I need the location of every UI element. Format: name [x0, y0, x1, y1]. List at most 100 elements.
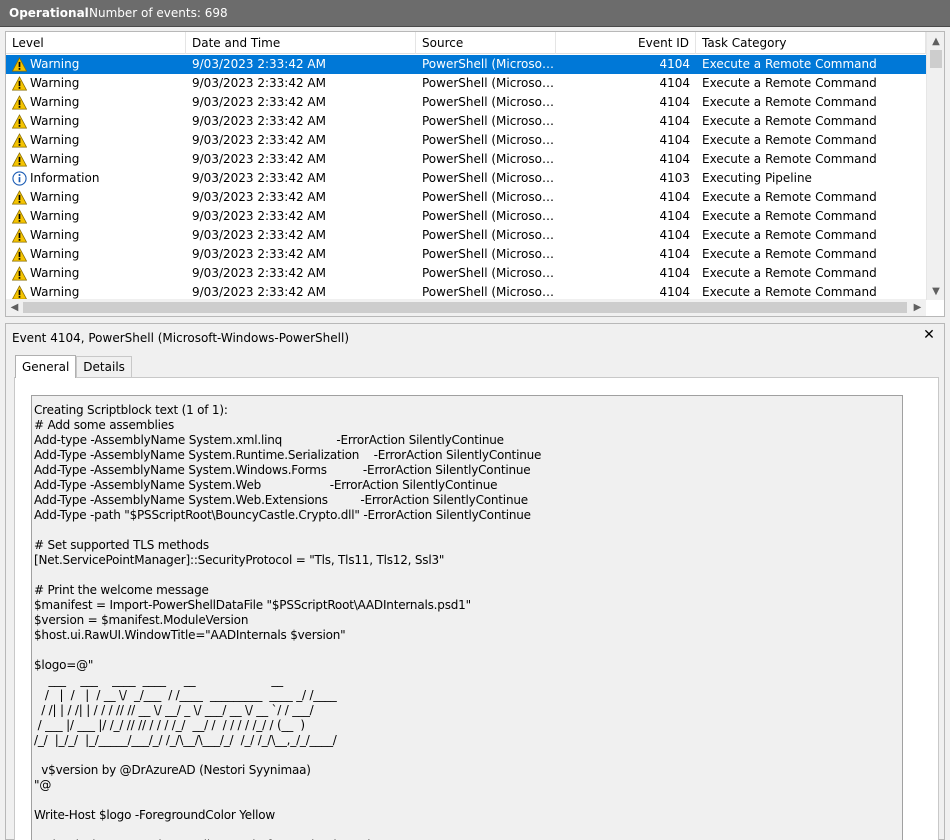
table-row[interactable]: Warning 9/03/2023 2:33:42 AM PowerShell (M… [6, 112, 926, 131]
vertical-scroll-thumb[interactable] [930, 50, 942, 68]
date-cell: 9/03/2023 2:33:42 AM [192, 133, 326, 147]
table-row[interactable]: Warning 9/03/2023 2:33:42 AM PowerShell (M… [6, 150, 926, 169]
source-cell: PowerShell (Microsoft... [422, 114, 556, 128]
warning-icon [12, 285, 27, 300]
warning-icon [12, 209, 27, 224]
level-cell: Warning [6, 131, 186, 150]
source-cell: PowerShell (Microsoft... [422, 190, 556, 204]
source-cell: PowerShell (Microsoft... [422, 152, 556, 166]
table-row[interactable]: Warning 9/03/2023 2:33:42 AM PowerShell (M… [6, 226, 926, 245]
tab-details[interactable]: Details [76, 356, 132, 377]
level-cell: Warning [6, 55, 186, 74]
column-source[interactable]: Source [416, 32, 556, 54]
events-count: Number of events: 698 [89, 6, 228, 20]
level-label: Warning [30, 285, 80, 299]
date-cell: 9/03/2023 2:33:42 AM [192, 190, 326, 204]
column-level[interactable]: Level [6, 32, 186, 54]
table-row[interactable]: Warning 9/03/2023 2:33:42 AM PowerShell (M… [6, 264, 926, 283]
event-detail-title: Event 4104, PowerShell (Microsoft-Window… [12, 331, 349, 345]
table-row[interactable]: Warning 9/03/2023 2:33:42 AM PowerShell (M… [6, 207, 926, 226]
task-category-cell: Execute a Remote Command [702, 228, 877, 242]
source-cell: PowerShell (Microsoft... [422, 171, 556, 185]
event-rows: Warning 9/03/2023 2:33:42 AM PowerShell (M… [6, 55, 926, 300]
table-row[interactable]: Warning 9/03/2023 2:33:42 AM PowerShell (M… [6, 74, 926, 93]
event-id-cell: 4104 [659, 95, 690, 109]
level-cell: Warning [6, 150, 186, 169]
general-tab-body: Creating Scriptblock text (1 of 1): # Ad… [14, 377, 939, 840]
event-id-cell: 4104 [659, 266, 690, 280]
task-category-cell: Execute a Remote Command [702, 95, 877, 109]
scroll-right-icon[interactable]: ▶ [909, 299, 926, 316]
close-icon[interactable]: ✕ [922, 327, 936, 343]
warning-icon [12, 152, 27, 167]
source-cell: PowerShell (Microsoft... [422, 133, 556, 147]
level-cell: Information [6, 169, 186, 188]
task-category-cell: Execute a Remote Command [702, 114, 877, 128]
warning-icon [12, 95, 27, 110]
event-id-cell: 4104 [659, 76, 690, 90]
vertical-scrollbar[interactable]: ▲ ▼ [926, 32, 944, 300]
events-list[interactable]: Level Date and Time Source Event ID Task… [5, 31, 945, 317]
task-category-cell: Execute a Remote Command [702, 190, 877, 204]
date-cell: 9/03/2023 2:33:42 AM [192, 114, 326, 128]
scroll-up-icon[interactable]: ▲ [927, 32, 945, 50]
level-cell: Warning [6, 207, 186, 226]
source-cell: PowerShell (Microsoft... [422, 209, 556, 223]
table-row[interactable]: Warning 9/03/2023 2:33:42 AM PowerShell (M… [6, 283, 926, 300]
source-cell: PowerShell (Microsoft... [422, 95, 556, 109]
level-label: Warning [30, 190, 80, 204]
column-event-id[interactable]: Event ID [556, 32, 696, 54]
scriptblock-text: Creating Scriptblock text (1 of 1): # Ad… [34, 403, 542, 840]
info-icon [12, 171, 27, 186]
source-cell: PowerShell (Microsoft... [422, 266, 556, 280]
table-row[interactable]: Warning 9/03/2023 2:33:42 AM PowerShell (M… [6, 245, 926, 264]
warning-icon [12, 228, 27, 243]
level-cell: Warning [6, 226, 186, 245]
event-id-cell: 4104 [659, 285, 690, 299]
scroll-down-icon[interactable]: ▼ [927, 282, 945, 300]
scroll-left-icon[interactable]: ◀ [6, 299, 23, 316]
event-id-cell: 4104 [659, 190, 690, 204]
level-label: Warning [30, 266, 80, 280]
table-row[interactable]: Warning 9/03/2023 2:33:42 AM PowerShell (M… [6, 131, 926, 150]
level-label: Warning [30, 114, 80, 128]
level-cell: Warning [6, 93, 186, 112]
date-cell: 9/03/2023 2:33:42 AM [192, 171, 326, 185]
table-row[interactable]: Warning 9/03/2023 2:33:42 AM PowerShell (M… [6, 188, 926, 207]
event-description-box[interactable]: Creating Scriptblock text (1 of 1): # Ad… [31, 395, 903, 840]
tab-general[interactable]: General [15, 355, 77, 378]
column-task-category[interactable]: Task Category [696, 32, 926, 54]
event-id-cell: 4104 [659, 209, 690, 223]
table-row[interactable]: Warning 9/03/2023 2:33:42 AM PowerShell (M… [6, 55, 926, 74]
task-category-cell: Executing Pipeline [702, 171, 812, 185]
source-cell: PowerShell (Microsoft... [422, 285, 556, 299]
log-title-bar: Operational Number of events: 698 [0, 0, 950, 27]
date-cell: 9/03/2023 2:33:42 AM [192, 266, 326, 280]
warning-icon [12, 133, 27, 148]
level-label: Warning [30, 247, 80, 261]
event-id-cell: 4103 [659, 171, 690, 185]
level-cell: Warning [6, 264, 186, 283]
date-cell: 9/03/2023 2:33:42 AM [192, 285, 326, 299]
date-cell: 9/03/2023 2:33:42 AM [192, 228, 326, 242]
date-cell: 9/03/2023 2:33:42 AM [192, 152, 326, 166]
warning-icon [12, 57, 27, 72]
date-cell: 9/03/2023 2:33:42 AM [192, 247, 326, 261]
date-cell: 9/03/2023 2:33:42 AM [192, 209, 326, 223]
level-label: Warning [30, 209, 80, 223]
source-cell: PowerShell (Microsoft... [422, 228, 556, 242]
column-date-time[interactable]: Date and Time [186, 32, 416, 54]
log-name: Operational [9, 6, 89, 20]
level-label: Warning [30, 95, 80, 109]
table-row[interactable]: Warning 9/03/2023 2:33:42 AM PowerShell (M… [6, 93, 926, 112]
task-category-cell: Execute a Remote Command [702, 247, 877, 261]
level-label: Information [30, 171, 100, 185]
task-category-cell: Execute a Remote Command [702, 152, 877, 166]
horizontal-scroll-thumb[interactable] [23, 302, 907, 313]
table-row[interactable]: Information 9/03/2023 2:33:42 AM PowerShel… [6, 169, 926, 188]
horizontal-scrollbar[interactable]: ◀ ▶ [6, 299, 926, 316]
date-cell: 9/03/2023 2:33:42 AM [192, 76, 326, 90]
task-category-cell: Execute a Remote Command [702, 133, 877, 147]
level-label: Warning [30, 152, 80, 166]
event-id-cell: 4104 [659, 152, 690, 166]
